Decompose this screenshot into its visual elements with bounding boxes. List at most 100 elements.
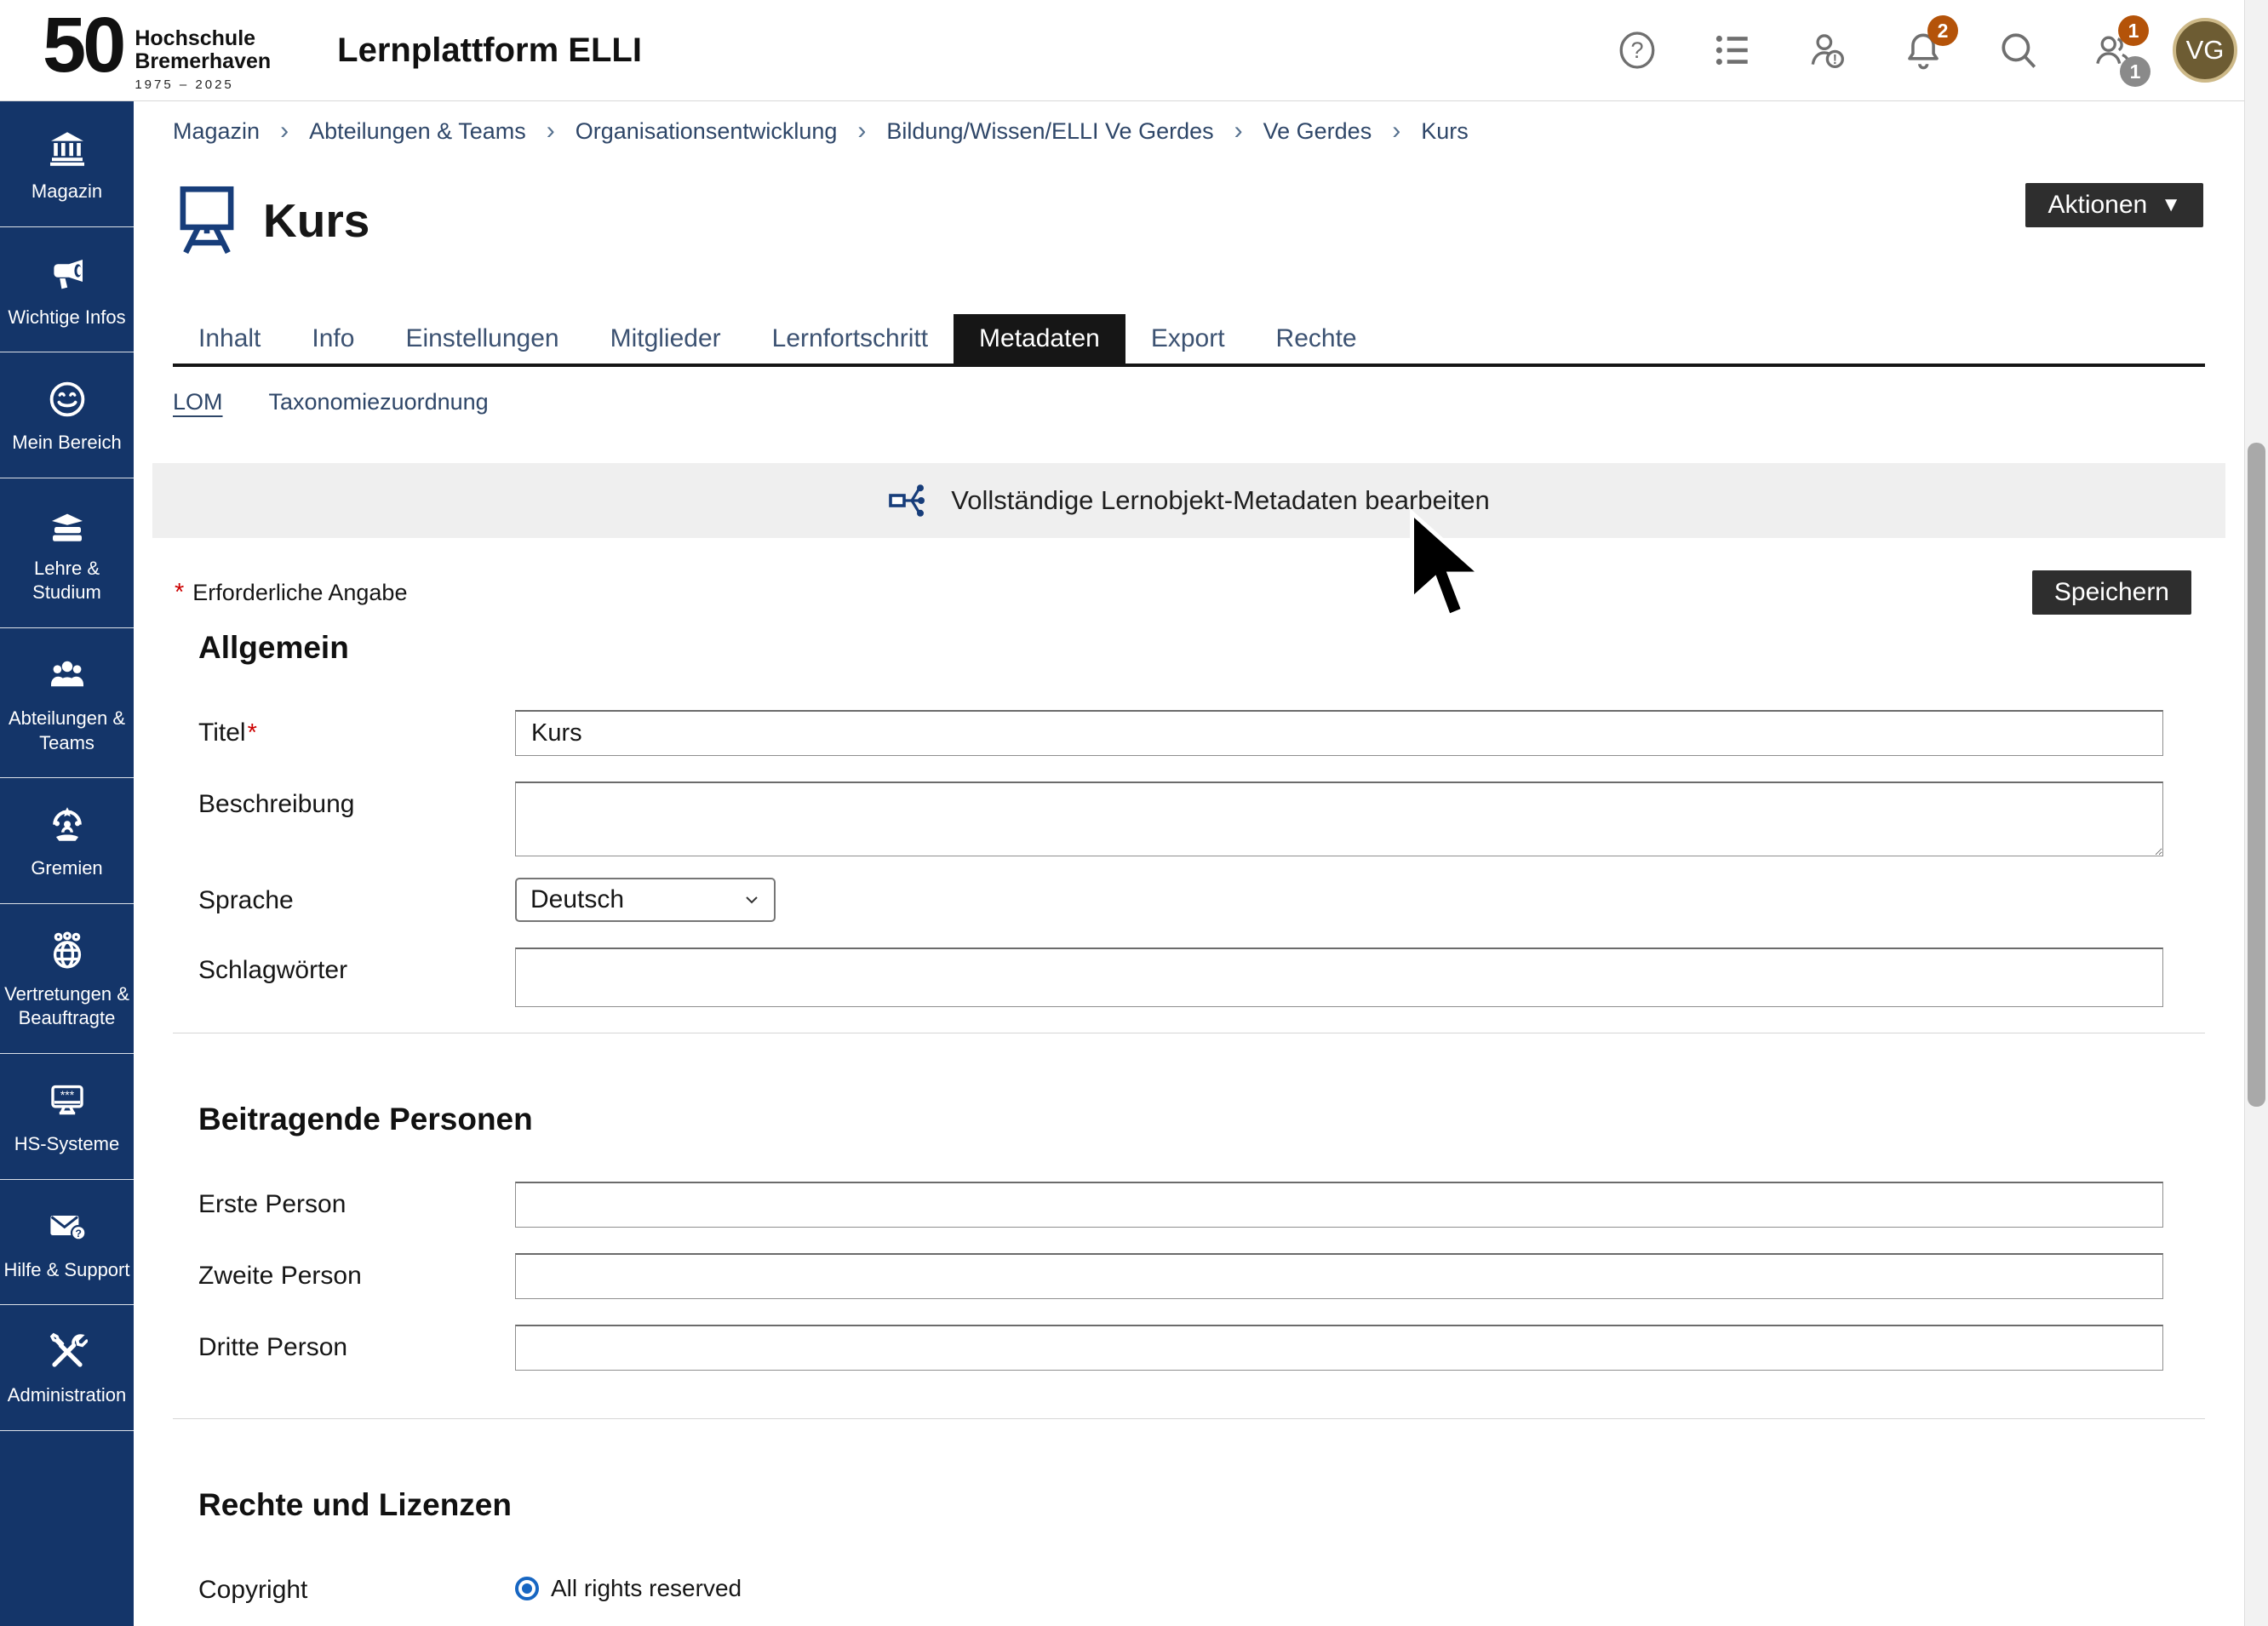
dritte-person-row: Dritte Person xyxy=(173,1325,2205,1371)
sidebar-item-hilfe-support[interactable]: ? Hilfe & Support xyxy=(0,1180,134,1306)
actions-button[interactable]: Aktionen ▼ xyxy=(2025,183,2203,227)
bank-icon xyxy=(3,127,130,169)
sidebar-item-wichtige-infos[interactable]: Wichtige Infos xyxy=(0,227,134,353)
schlagwoerter-input[interactable] xyxy=(515,948,2163,1007)
megaphone-icon xyxy=(3,253,130,295)
breadcrumb-item[interactable]: Kurs xyxy=(1421,118,1469,145)
contributors-form: Erste Person Zweite Person Dritte Person xyxy=(173,1182,2205,1371)
titel-label-text: Titel xyxy=(198,719,246,747)
breadcrumb-separator: › xyxy=(857,117,866,146)
sidebar-item-hs-systeme[interactable]: *** HS-Systeme xyxy=(0,1054,134,1180)
svg-text:!: ! xyxy=(1833,53,1837,67)
required-marker: * xyxy=(248,719,257,747)
beschreibung-row: Beschreibung xyxy=(173,782,2205,861)
app-window: 50 Hochschule Bremerhaven 1975 – 2025 Le… xyxy=(0,0,2268,1626)
save-button[interactable]: Speichern xyxy=(2032,570,2191,615)
copyright-row: Copyright All rights reserved xyxy=(173,1567,2205,1605)
logo-line2: Bremerhaven xyxy=(135,50,271,73)
schlagwoerter-row: Schlagwörter xyxy=(173,948,2205,1007)
subtab-bar: LOM Taxonomiezuordnung xyxy=(173,389,2205,415)
globe-people-icon xyxy=(3,930,130,972)
section-divider xyxy=(173,1418,2205,1419)
sidebar-item-lehre-studium[interactable]: Lehre & Studium xyxy=(0,478,134,628)
breadcrumb-item[interactable]: Abteilungen & Teams xyxy=(309,118,526,145)
required-hint: Erforderliche Angabe xyxy=(192,580,407,606)
contacts-icon[interactable]: 1 1 xyxy=(2093,29,2135,72)
main-sidebar: Magazin Wichtige Infos Mein Bereich Lehr… xyxy=(0,101,134,1626)
zweite-person-input[interactable] xyxy=(515,1253,2163,1299)
copyright-radio-selected[interactable] xyxy=(515,1577,539,1600)
breadcrumb-separator: › xyxy=(1392,117,1400,146)
logo-years: 1975 – 2025 xyxy=(135,77,271,92)
tab-metadaten[interactable]: Metadaten xyxy=(954,314,1125,364)
tab-bar: Inhalt Info Einstellungen Mitglieder Ler… xyxy=(173,314,2205,367)
breadcrumb-item[interactable]: Organisationsentwicklung xyxy=(576,118,838,145)
top-header: 50 Hochschule Bremerhaven 1975 – 2025 Le… xyxy=(0,0,2268,101)
svg-text:?: ? xyxy=(1630,37,1643,63)
chevron-down-icon xyxy=(742,890,762,910)
required-hint-row: * Erforderliche Angabe Speichern xyxy=(173,570,2205,615)
user-status-icon[interactable]: ! xyxy=(1807,29,1849,72)
sprache-selected-value: Deutsch xyxy=(530,885,624,914)
search-icon[interactable] xyxy=(1997,29,2040,72)
todo-list-icon[interactable] xyxy=(1711,29,1754,72)
vertical-scrollbar[interactable] xyxy=(2244,0,2268,1626)
sidebar-item-label: Magazin xyxy=(3,180,130,204)
tab-info[interactable]: Info xyxy=(286,314,380,364)
monitor-icon: *** xyxy=(3,1079,130,1122)
tab-lernfortschritt[interactable]: Lernfortschritt xyxy=(747,314,954,364)
dritte-person-input[interactable] xyxy=(515,1325,2163,1371)
people-group-icon xyxy=(3,654,130,696)
svg-text:***: *** xyxy=(60,1088,74,1102)
copyright-label: Copyright xyxy=(173,1567,515,1605)
logo-line1: Hochschule xyxy=(135,27,271,50)
subtab-taxonomiezuordnung[interactable]: Taxonomiezuordnung xyxy=(269,389,489,415)
erste-person-row: Erste Person xyxy=(173,1182,2205,1228)
sidebar-item-label: Lehre & Studium xyxy=(3,557,130,605)
tab-inhalt[interactable]: Inhalt xyxy=(173,314,286,364)
sidebar-item-vertretungen[interactable]: Vertretungen & Beauftragte xyxy=(0,904,134,1054)
notifications-badge: 2 xyxy=(1927,15,1958,46)
sidebar-item-magazin[interactable]: Magazin xyxy=(0,101,134,227)
breadcrumb: Magazin › Abteilungen & Teams › Organisa… xyxy=(173,101,2205,156)
svg-text:?: ? xyxy=(75,1228,82,1240)
notifications-bell-icon[interactable]: 2 xyxy=(1902,29,1944,72)
erste-person-input[interactable] xyxy=(515,1182,2163,1228)
subtab-lom[interactable]: LOM xyxy=(173,389,223,415)
logo-50: 50 xyxy=(43,9,123,83)
dritte-person-label: Dritte Person xyxy=(173,1325,515,1371)
books-icon xyxy=(3,504,130,547)
schlagwoerter-label: Schlagwörter xyxy=(173,948,515,1007)
breadcrumb-item[interactable]: Magazin xyxy=(173,118,260,145)
edit-full-metadata-label: Vollständige Lernobjekt-Metadaten bearbe… xyxy=(951,485,1490,516)
university-logo[interactable]: 50 Hochschule Bremerhaven 1975 – 2025 xyxy=(43,9,271,92)
smiley-icon xyxy=(3,378,130,421)
course-board-icon xyxy=(173,182,241,260)
required-marker: * xyxy=(175,579,184,607)
app-title: Lernplattform ELLI xyxy=(337,31,642,70)
sidebar-item-label: Gremien xyxy=(3,856,130,881)
help-icon[interactable]: ? xyxy=(1616,29,1658,72)
sidebar-item-mein-bereich[interactable]: Mein Bereich xyxy=(0,352,134,478)
beschreibung-textarea[interactable] xyxy=(515,782,2163,856)
sidebar-item-label: Abteilungen & Teams xyxy=(3,707,130,755)
breadcrumb-item[interactable]: Bildung/Wissen/ELLI Ve Gerdes xyxy=(886,118,1213,145)
tab-rechte[interactable]: Rechte xyxy=(1251,314,1383,364)
scrollbar-thumb[interactable] xyxy=(2248,443,2265,1107)
user-avatar[interactable]: VG xyxy=(2173,18,2237,83)
section-heading-allgemein: Allgemein xyxy=(198,630,2205,666)
sidebar-item-gremien[interactable]: Gremien xyxy=(0,778,134,904)
main-area: Magazin › Abteilungen & Teams › Organisa… xyxy=(134,101,2244,1626)
sidebar-item-abteilungen-teams[interactable]: Abteilungen & Teams xyxy=(0,628,134,778)
sidebar-item-administration[interactable]: Administration xyxy=(0,1305,134,1431)
metadata-form: Titel* Beschreibung Sprache xyxy=(173,710,2205,1007)
actions-button-label: Aktionen xyxy=(2048,191,2147,220)
titel-input[interactable] xyxy=(515,710,2163,756)
page-title-row: Kurs Aktionen ▼ xyxy=(173,181,2205,260)
breadcrumb-item[interactable]: Ve Gerdes xyxy=(1263,118,1372,145)
tab-export[interactable]: Export xyxy=(1125,314,1251,364)
sprache-select[interactable]: Deutsch xyxy=(515,878,776,922)
edit-full-metadata-button[interactable]: Vollständige Lernobjekt-Metadaten bearbe… xyxy=(152,463,2225,538)
tab-mitglieder[interactable]: Mitglieder xyxy=(585,314,747,364)
tab-einstellungen[interactable]: Einstellungen xyxy=(380,314,584,364)
